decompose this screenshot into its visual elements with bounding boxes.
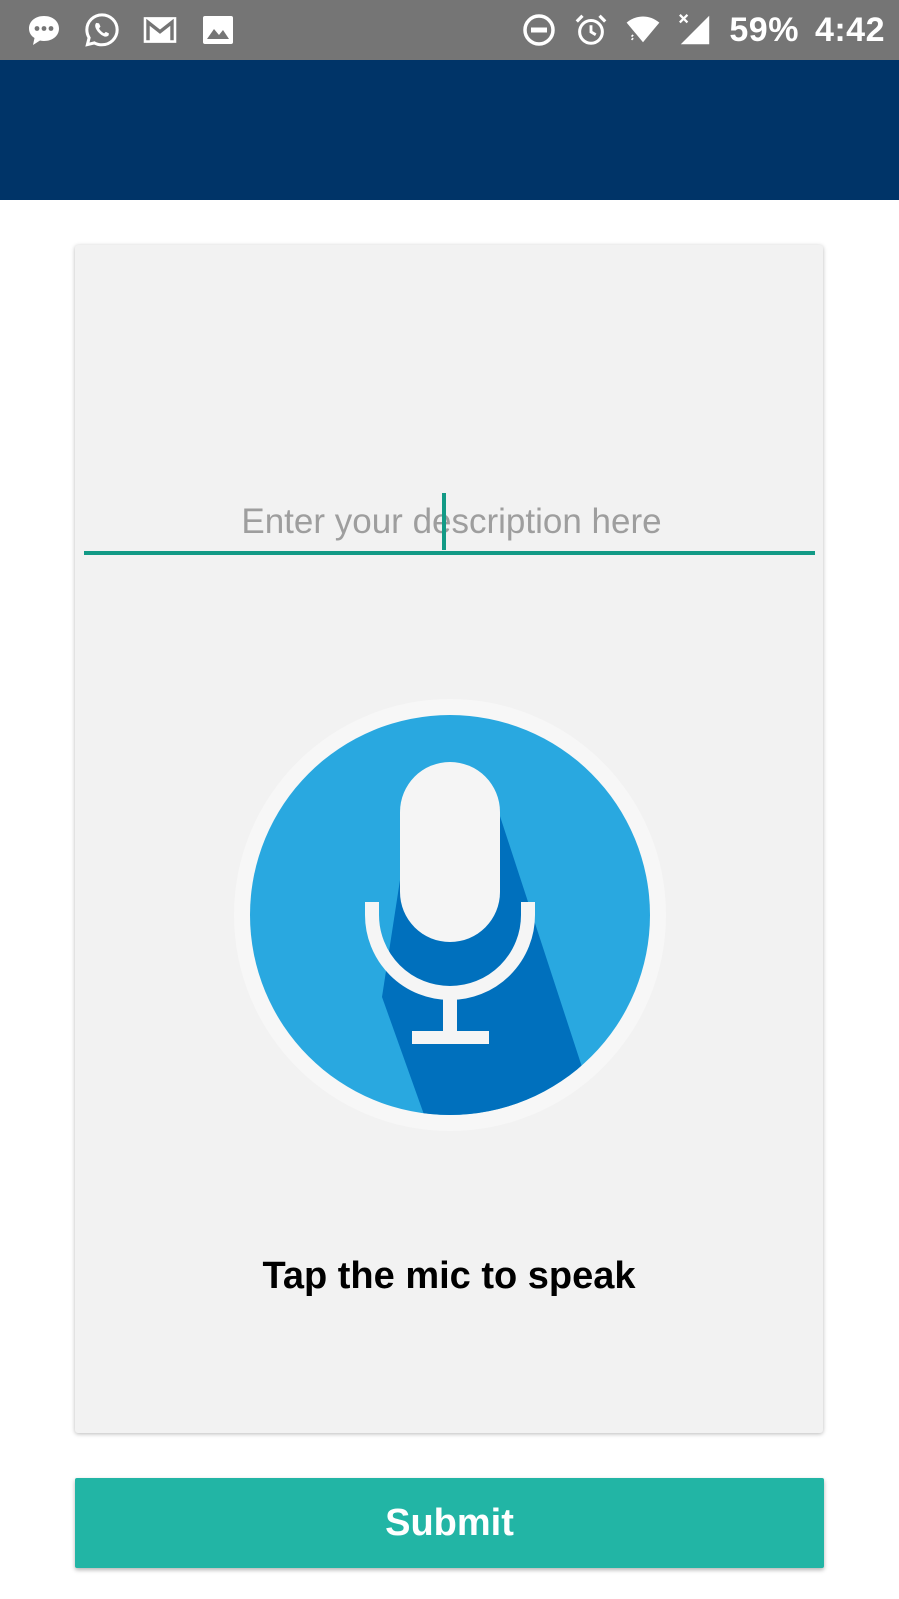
app-bar (0, 60, 899, 200)
alarm-icon (573, 12, 609, 48)
whatsapp-icon (84, 12, 120, 48)
system-status: 59% 4:42 (521, 10, 885, 50)
gallery-icon (200, 12, 236, 48)
wifi-icon (625, 12, 661, 48)
submit-button[interactable]: Submit (75, 1478, 824, 1568)
microphone-icon[interactable] (232, 697, 668, 1133)
cell-signal-icon (677, 12, 713, 48)
description-input[interactable] (84, 491, 819, 553)
notification-icons (26, 10, 236, 50)
gmail-icon (142, 12, 178, 48)
mic-button[interactable] (232, 697, 668, 1133)
clock: 4:42 (814, 10, 885, 49)
status-bar: 59% 4:42 (0, 0, 899, 60)
mic-caption: Tap the mic to speak (262, 1255, 636, 1297)
voice-input-card: Tap the mic to speak (75, 245, 823, 1433)
message-icon (26, 12, 62, 48)
description-field[interactable] (84, 491, 819, 555)
battery-percent: 59% (729, 10, 799, 49)
text-cursor (442, 493, 446, 550)
dnd-icon (521, 12, 557, 48)
